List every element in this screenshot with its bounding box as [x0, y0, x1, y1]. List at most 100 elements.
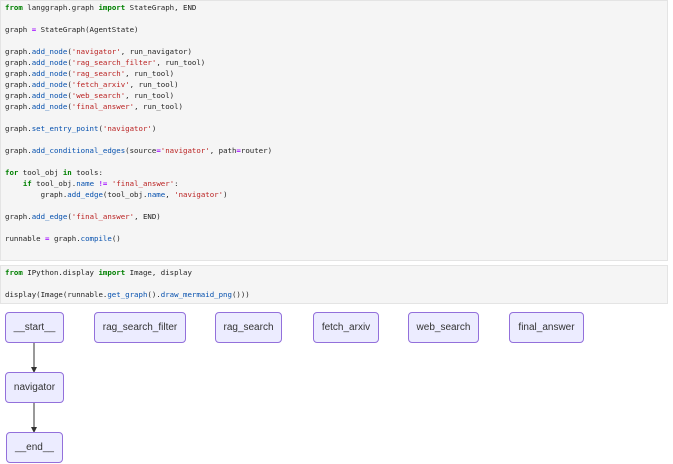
- code-line: graph.add_node('fetch_arxiv', run_tool): [5, 80, 179, 89]
- code-token: , run_tool): [134, 102, 184, 111]
- node-web-search: web_search: [408, 312, 479, 343]
- code-token: graph.: [5, 69, 32, 78]
- code-token: display(Image(runnable.: [5, 290, 108, 299]
- code-token: in: [62, 168, 72, 177]
- graph-diagram: __start__ rag_search_filter rag_search f…: [0, 306, 673, 464]
- code-token: 'navigator': [160, 146, 210, 155]
- code-token: runnable: [5, 234, 46, 243]
- node-start: __start__: [5, 312, 64, 343]
- code-line: graph.add_node('rag_search_filter', run_…: [5, 58, 205, 67]
- code-line: graph.set_entry_point('navigator'): [5, 124, 156, 133]
- code-token: 'navigator': [102, 124, 152, 133]
- code-token: (tool_obj.: [102, 190, 148, 199]
- code-token: , END): [134, 212, 161, 221]
- code-line: graph.add_node('web_search', run_tool): [5, 91, 174, 100]
- code-token: 'final_answer': [71, 212, 135, 221]
- code-cell-graph-definition[interactable]: from langgraph.graph import StateGraph, …: [0, 0, 668, 261]
- code-line: graph.add_edge(tool_obj.name, 'navigator…: [5, 190, 228, 199]
- code-token: 'final_answer': [71, 102, 135, 111]
- code-token: :: [174, 179, 179, 188]
- code-token: draw_mermaid_png: [160, 290, 232, 299]
- code-line: runnable = graph.compile(): [5, 234, 121, 243]
- code-token: tools:: [71, 168, 103, 177]
- code-token: for: [5, 168, 19, 177]
- code-token: get_graph: [107, 290, 148, 299]
- code-cell-display-graph[interactable]: from IPython.display import Image, displ…: [0, 265, 668, 304]
- code-token: tool_obj.: [31, 179, 77, 188]
- code-token: add_edge: [31, 212, 68, 221]
- code-token: compile: [80, 234, 112, 243]
- code-token: StateGraph(AgentState): [36, 25, 139, 34]
- code-line: graph = StateGraph(AgentState): [5, 25, 139, 34]
- code-token: 'web_search': [71, 91, 126, 100]
- code-token: graph.: [5, 124, 32, 133]
- code-token: graph.: [5, 58, 32, 67]
- code-token: if: [22, 179, 32, 188]
- code-line: graph.add_conditional_edges(source='navi…: [5, 146, 272, 155]
- code-token: graph.: [5, 190, 68, 199]
- code-token: ())): [231, 290, 250, 299]
- code-line: graph.add_node('navigator', run_navigato…: [5, 47, 192, 56]
- code-token: graph.: [5, 146, 32, 155]
- node-final-answer: final_answer: [509, 312, 584, 343]
- code-token: langgraph.graph: [22, 3, 99, 12]
- code-token: router): [240, 146, 273, 155]
- code-token: 'rag_search': [71, 69, 126, 78]
- code-token: StateGraph, END: [125, 3, 197, 12]
- code-token: (source: [125, 146, 157, 155]
- code-token: , run_tool): [156, 58, 206, 67]
- code-line: graph.add_node('rag_search', run_tool): [5, 69, 174, 78]
- code-token: ,: [165, 190, 175, 199]
- node-end: __end__: [6, 432, 63, 463]
- code-token: , run_navigator): [120, 47, 192, 56]
- code-token: 'fetch_arxiv': [71, 80, 130, 89]
- code-token: graph: [5, 25, 32, 34]
- code-line: if tool_obj.name != 'final_answer':: [5, 179, 179, 188]
- node-navigator: navigator: [5, 372, 64, 403]
- code-token: 'navigator': [71, 47, 121, 56]
- node-rag-search-filter: rag_search_filter: [94, 312, 186, 343]
- code-token: add_node: [31, 69, 68, 78]
- code-token: set_entry_point: [31, 124, 99, 133]
- code-line: for tool_obj in tools:: [5, 168, 103, 177]
- code-line: graph.add_node('final_answer', run_tool): [5, 102, 183, 111]
- code-token: ): [151, 124, 157, 133]
- code-token: , run_tool): [125, 69, 175, 78]
- code-token: graph.: [49, 234, 81, 243]
- code-token: 'rag_search_filter': [71, 58, 157, 67]
- code-line: from IPython.display import Image, displ…: [5, 268, 192, 277]
- code-token: graph.: [5, 91, 32, 100]
- code-token: ): [223, 190, 228, 199]
- code-token: graph.: [5, 80, 32, 89]
- code-token: add_node: [31, 80, 68, 89]
- code-token: name: [76, 179, 95, 188]
- node-fetch-arxiv: fetch_arxiv: [313, 312, 379, 343]
- code-token: Image, display: [125, 268, 192, 277]
- code-token: graph.: [5, 212, 32, 221]
- code-token: add_node: [31, 47, 68, 56]
- code-token: graph.: [5, 47, 32, 56]
- code-token: name: [147, 190, 166, 199]
- code-token: add_conditional_edges: [31, 146, 126, 155]
- code-token: graph.: [5, 102, 32, 111]
- code-token: 'final_answer': [111, 179, 175, 188]
- code-token: from: [5, 268, 23, 277]
- code-token: add_edge: [67, 190, 103, 199]
- code-token: ().: [147, 290, 161, 299]
- code-token: import: [98, 268, 126, 277]
- code-token: IPython.display: [22, 268, 99, 277]
- code-token: add_node: [31, 102, 68, 111]
- code-token: (): [111, 234, 121, 243]
- code-token: from: [5, 3, 23, 12]
- code-line: graph.add_edge('final_answer', END): [5, 212, 161, 221]
- code-line: from langgraph.graph import StateGraph, …: [5, 3, 196, 12]
- code-token: , run_tool): [125, 91, 175, 100]
- code-token: 'navigator': [174, 190, 224, 199]
- code-token: import: [98, 3, 126, 12]
- code-token: , run_tool): [129, 80, 179, 89]
- code-line: display(Image(runnable.get_graph().draw_…: [5, 290, 250, 299]
- node-rag-search: rag_search: [215, 312, 282, 343]
- code-token: tool_obj: [18, 168, 63, 177]
- code-token: add_node: [31, 91, 68, 100]
